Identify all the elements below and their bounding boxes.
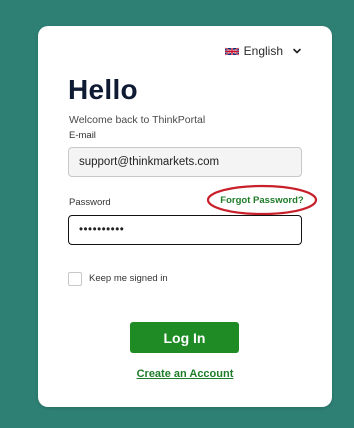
chevron-down-icon (293, 48, 301, 54)
page-subtitle: Welcome back to ThinkPortal (69, 114, 206, 126)
uk-flag-icon (224, 46, 239, 56)
keep-signed-in-checkbox[interactable] (68, 272, 82, 286)
language-selector[interactable]: English (224, 44, 302, 58)
forgot-password-area: Forgot Password? (206, 184, 318, 216)
create-account-link[interactable]: Create an Account (38, 368, 332, 380)
keep-signed-in-label: Keep me signed in (89, 273, 168, 284)
login-button[interactable]: Log In (130, 322, 239, 353)
password-label: Password (69, 197, 111, 208)
email-label: E-mail (69, 130, 96, 141)
password-field[interactable] (68, 215, 302, 245)
page-title: Hello (68, 74, 138, 105)
login-card: English Hello Welcome back to ThinkPorta… (38, 26, 332, 407)
email-field[interactable] (68, 147, 302, 177)
language-label: English (243, 44, 283, 58)
forgot-password-link[interactable]: Forgot Password? (206, 184, 318, 216)
